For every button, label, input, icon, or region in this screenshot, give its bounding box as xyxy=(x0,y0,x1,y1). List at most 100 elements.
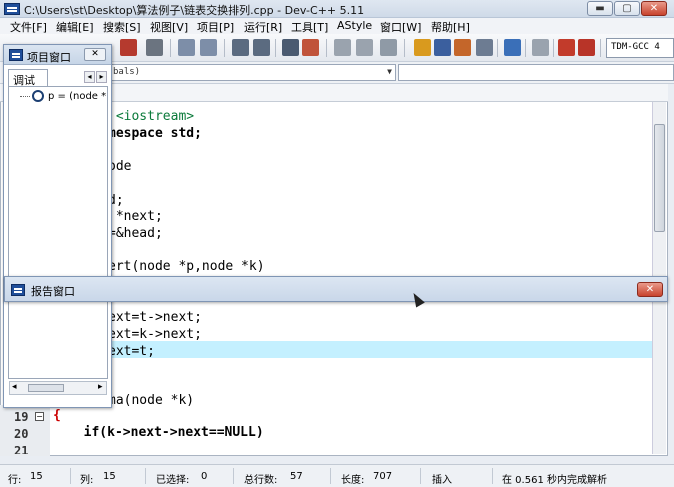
title-bar: C:\Users\st\Desktop\算法例子\链表交换排列.cpp - De… xyxy=(0,0,674,18)
undo-icon[interactable] xyxy=(178,39,195,56)
goto-line-icon[interactable] xyxy=(282,39,299,56)
project-window-title: 项目窗口 xyxy=(27,51,71,64)
compile-icon[interactable] xyxy=(414,39,431,56)
unindent-icon[interactable] xyxy=(356,39,373,56)
menu-tools[interactable]: 工具[T] xyxy=(291,19,328,35)
status-insert-mode: 插入 xyxy=(432,475,452,486)
bookmark-icon[interactable] xyxy=(302,39,319,56)
status-separator xyxy=(70,468,71,484)
code-line[interactable]: if(k->next->next==NULL) xyxy=(68,425,264,440)
report-window[interactable]: 报告窗口 ✕ xyxy=(4,276,668,302)
chevron-down-icon[interactable]: ▼ xyxy=(387,67,392,76)
watch-item[interactable]: p = (node *) 0 xyxy=(48,91,106,102)
toolbar-separator xyxy=(497,39,498,57)
minimize-button[interactable]: ▬ xyxy=(587,1,613,16)
menu-view[interactable]: 视图[V] xyxy=(150,19,188,35)
print-icon[interactable] xyxy=(146,39,163,56)
horizontal-scrollbar[interactable]: ◂ ▸ xyxy=(9,381,107,395)
run-icon[interactable] xyxy=(434,39,451,56)
code-line[interactable]: ma(node *k) xyxy=(108,393,194,408)
menu-project[interactable]: 项目[P] xyxy=(197,19,234,35)
project-window: 项目窗口 ✕ 调试 ◂ ▸ p = (node *) 0 ◂ ▸ xyxy=(3,44,112,408)
tab-nav-left-icon[interactable]: ◂ xyxy=(84,71,95,83)
devcpp-app-icon xyxy=(4,3,20,15)
code-line[interactable]: ert(node *p,node *k) xyxy=(108,259,265,274)
rebuild-all-icon[interactable] xyxy=(476,39,493,56)
fold-toggle-icon[interactable]: − xyxy=(35,412,44,421)
status-bar: 行: 15 列: 15 已选择: 0 总行数: 57 长度: 707 插入 在 … xyxy=(0,464,674,487)
line-number: 20 xyxy=(14,427,29,441)
watch-tree xyxy=(8,86,108,379)
toolbar-separator xyxy=(553,39,554,57)
menu-bar: 文件[F] 编辑[E] 搜索[S] 视图[V] 项目[P] 运行[R] 工具[T… xyxy=(0,18,674,34)
status-parse-message: 在 0.561 秒内完成解析 xyxy=(502,475,607,486)
toolbar-separator xyxy=(404,39,405,57)
code-line[interactable]: <iostream> xyxy=(108,109,194,124)
profile-chart-icon[interactable] xyxy=(558,39,575,56)
code-line[interactable]: { xyxy=(53,408,61,423)
replace-icon[interactable] xyxy=(253,39,270,56)
class-combo-value: bals) xyxy=(113,67,141,77)
toolbar-separator xyxy=(275,39,276,57)
scrollbar-thumb[interactable] xyxy=(28,384,64,392)
toggle-comment-icon[interactable] xyxy=(380,39,397,56)
code-line[interactable]: ext=t; xyxy=(108,344,155,359)
compile-run-icon[interactable] xyxy=(454,39,471,56)
status-col-label: 列: xyxy=(80,475,94,486)
menu-search[interactable]: 搜索[S] xyxy=(103,19,141,35)
status-separator xyxy=(420,468,421,484)
status-separator xyxy=(233,468,234,484)
status-row-label: 行: xyxy=(8,475,22,486)
menu-edit[interactable]: 编辑[E] xyxy=(56,19,94,35)
status-length-label: 长度: xyxy=(341,475,365,486)
status-total-lines-label: 总行数: xyxy=(244,475,278,486)
status-separator xyxy=(492,468,493,484)
status-length: 707 xyxy=(373,471,393,482)
status-total-lines: 57 xyxy=(290,471,303,482)
compiler-select[interactable]: TDM-GCC 4 xyxy=(606,38,674,58)
menu-astyle[interactable]: AStyle xyxy=(337,19,372,32)
scroll-right-icon[interactable]: ▸ xyxy=(98,382,103,392)
member-combo[interactable] xyxy=(398,64,674,81)
maximize-button[interactable]: ▢ xyxy=(614,1,640,16)
code-line[interactable]: *next; xyxy=(108,209,163,224)
menu-window[interactable]: 窗口[W] xyxy=(380,19,421,35)
close-icon[interactable]: ✕ xyxy=(84,48,106,61)
project-window-titlebar[interactable]: 项目窗口 ✕ xyxy=(4,45,111,65)
tab-debug[interactable]: 调试 xyxy=(8,69,48,87)
pane-icon xyxy=(9,49,23,61)
report-close-button[interactable]: ✕ xyxy=(637,282,663,297)
redo-icon[interactable] xyxy=(200,39,217,56)
toolbar-separator xyxy=(224,39,225,57)
status-separator xyxy=(145,468,146,484)
toolbar-separator xyxy=(326,39,327,57)
status-col: 15 xyxy=(103,471,116,482)
class-combo[interactable]: bals) ▼ xyxy=(108,64,396,81)
code-line[interactable]: mespace std; xyxy=(108,126,202,141)
code-line[interactable]: ext=k->next; xyxy=(108,327,202,342)
status-row: 15 xyxy=(30,471,43,482)
find-icon[interactable] xyxy=(232,39,249,56)
menu-file[interactable]: 文件[F] xyxy=(10,19,47,35)
toolbar-separator xyxy=(600,39,601,57)
debug-icon[interactable] xyxy=(578,39,595,56)
tab-nav-right-icon[interactable]: ▸ xyxy=(96,71,107,83)
tree-connector xyxy=(20,96,30,97)
code-line[interactable]: ext=t->next; xyxy=(108,310,202,325)
menu-run[interactable]: 运行[R] xyxy=(244,19,282,35)
scroll-left-icon[interactable]: ◂ xyxy=(12,382,17,392)
menu-help[interactable]: 帮助[H] xyxy=(431,19,470,35)
save-all-icon[interactable] xyxy=(120,39,137,56)
current-line-highlight xyxy=(108,341,652,358)
stop-execution-icon[interactable] xyxy=(532,39,549,56)
toolbar-separator xyxy=(525,39,526,57)
toolbar-separator xyxy=(170,39,171,57)
line-number: 19 xyxy=(14,410,29,424)
watch-variable-icon xyxy=(32,90,44,102)
close-button[interactable]: ✕ xyxy=(641,1,667,16)
indent-icon[interactable] xyxy=(334,39,351,56)
report-window-title: 报告窗口 xyxy=(31,285,75,298)
syntax-check-icon[interactable] xyxy=(504,39,521,56)
scrollbar-thumb[interactable] xyxy=(654,124,665,232)
code-line[interactable]: =&head; xyxy=(108,226,163,241)
